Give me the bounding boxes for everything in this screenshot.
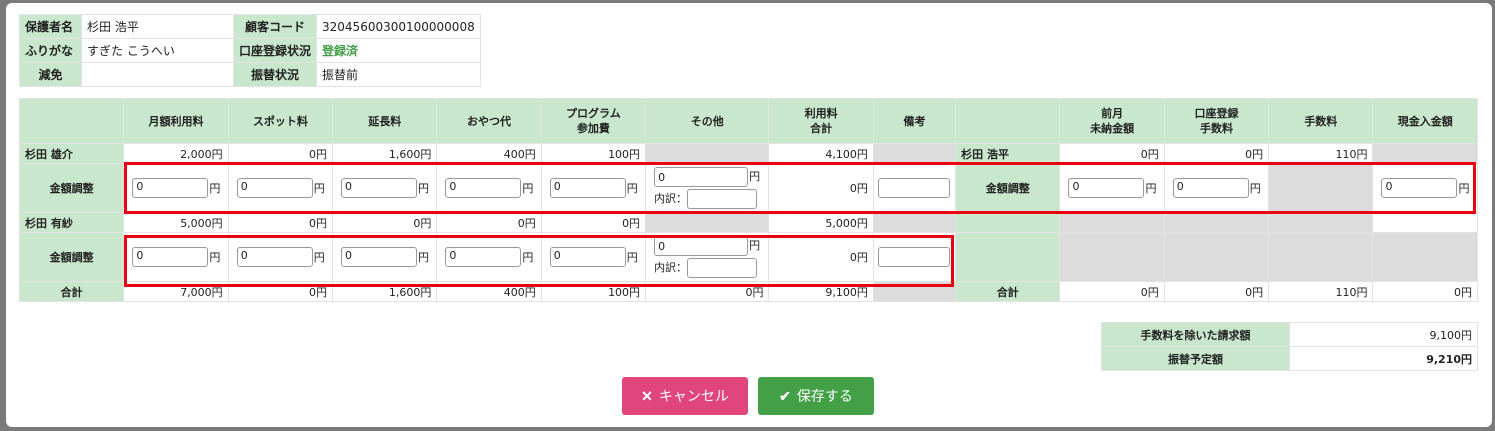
remarks-input[interactable] xyxy=(877,247,950,267)
total-label: 合計 xyxy=(18,281,125,302)
child-name: 杉田 雄介 xyxy=(18,143,125,164)
header-extension: 延長料 xyxy=(332,98,438,144)
adjust-spot-input[interactable]: 0 xyxy=(236,247,313,267)
account-status-label: 口座登録状況 xyxy=(232,38,318,63)
breakdown-input[interactable] xyxy=(687,189,758,209)
header-snack: おやつ代 xyxy=(436,98,542,144)
adjust-prev-input[interactable]: 0 xyxy=(1068,178,1145,198)
breakdown-label: 内訳： xyxy=(654,192,688,205)
table-row: 金額調整 0円 0円 0円 0円 0円 0円 内訳： 0円 金額調整 0円 0円… xyxy=(18,163,1478,213)
adjust-label-guardian: 金額調整 xyxy=(955,163,1061,213)
breakdown-input[interactable] xyxy=(687,258,758,278)
adjust-program-input[interactable]: 0 xyxy=(549,247,626,267)
exemption-value xyxy=(81,62,234,87)
header-blank-2 xyxy=(955,98,1061,144)
header-fee: 手数料 xyxy=(1268,98,1374,144)
header-account-fee: 口座登録 手数料 xyxy=(1163,98,1270,144)
cancel-button[interactable]: ✕ キャンセル xyxy=(622,377,748,415)
planned-transfer-label: 振替予定額 xyxy=(1101,346,1290,371)
header-prev-unpaid: 前月 未納金額 xyxy=(1059,98,1165,144)
adjust-label: 金額調整 xyxy=(18,232,125,282)
header-other: その他 xyxy=(645,98,770,144)
remarks-input[interactable] xyxy=(877,178,950,198)
transfer-status-label: 振替状況 xyxy=(232,62,318,87)
total-row: 合計 7,000円 0円 1,600円 400円 100円 0円 9,100円 … xyxy=(18,281,1478,302)
guardian-value: 杉田 浩平 xyxy=(81,14,234,39)
header-monthly: 月額利用料 xyxy=(123,98,229,144)
header-remarks: 備考 xyxy=(872,98,957,144)
adjust-monthly-input[interactable]: 0 xyxy=(132,178,209,198)
customer-code-value: 32045600300100000008 xyxy=(316,14,481,39)
excl-fee-label: 手数料を除いた請求額 xyxy=(1101,322,1290,347)
billing-summary: 手数料を除いた請求額 9,100円 振替予定額 9,210円 xyxy=(1101,322,1478,371)
transfer-status-value: 振替前 xyxy=(316,62,481,87)
adjust-extension-input[interactable]: 0 xyxy=(341,178,418,198)
table-row: 杉田 雄介 2,000円 0円 1,600円 400円 100円 4,100円 … xyxy=(18,143,1478,164)
header-program: プログラム 参加費 xyxy=(540,98,647,144)
header-total: 利用料 合計 xyxy=(768,98,874,144)
header-blank xyxy=(18,98,125,144)
excl-fee-value: 9,100円 xyxy=(1289,322,1478,347)
adjust-cash-input[interactable]: 0 xyxy=(1381,178,1458,198)
x-icon: ✕ xyxy=(641,387,653,404)
check-icon: ✔ xyxy=(779,387,791,404)
kana-label: ふりがな xyxy=(19,38,82,63)
adjust-program-input[interactable]: 0 xyxy=(549,178,626,198)
child-name: 杉田 有紗 xyxy=(18,212,125,233)
adjust-spot-input[interactable]: 0 xyxy=(236,178,313,198)
adjust-other-input[interactable]: 0 xyxy=(654,236,749,256)
guardian-info-table: 保護者名 杉田 浩平 顧客コード 32045600300100000008 ふり… xyxy=(19,14,481,87)
kana-value: すぎた こうへい xyxy=(81,38,234,63)
table-row: 杉田 有紗 5,000円 0円 0円 0円 0円 5,000円 xyxy=(18,212,1478,233)
breakdown-label: 内訳： xyxy=(654,261,688,274)
guardian-label: 保護者名 xyxy=(19,14,82,39)
table-row: 金額調整 0円 0円 0円 0円 0円 0円 内訳： 0円 xyxy=(18,232,1478,282)
planned-transfer-value: 9,210円 xyxy=(1289,346,1478,371)
account-status-value: 登録済 xyxy=(316,38,481,63)
adjust-other-input[interactable]: 0 xyxy=(654,167,749,187)
exemption-label: 減免 xyxy=(19,62,82,87)
guardian-name: 杉田 浩平 xyxy=(955,143,1061,164)
adjust-account-fee-input[interactable]: 0 xyxy=(1172,178,1249,198)
adjust-extension-input[interactable]: 0 xyxy=(341,247,418,267)
header-cash: 現金入金額 xyxy=(1372,98,1478,144)
customer-code-label: 顧客コード xyxy=(232,14,318,39)
adjust-snack-input[interactable]: 0 xyxy=(445,178,522,198)
adjust-label: 金額調整 xyxy=(18,163,125,213)
adjust-snack-input[interactable]: 0 xyxy=(445,247,522,267)
adjust-monthly-input[interactable]: 0 xyxy=(132,247,209,267)
total-label-guardian: 合計 xyxy=(955,281,1061,302)
fee-adjustment-modal: 保護者名 杉田 浩平 顧客コード 32045600300100000008 ふり… xyxy=(6,3,1492,427)
save-button[interactable]: ✔ 保存する xyxy=(758,377,874,415)
fee-table: 月額利用料 スポット料 延長料 おやつ代 プログラム 参加費 その他 利用料 合計 … xyxy=(18,98,1478,302)
header-spot: スポット料 xyxy=(227,98,334,144)
